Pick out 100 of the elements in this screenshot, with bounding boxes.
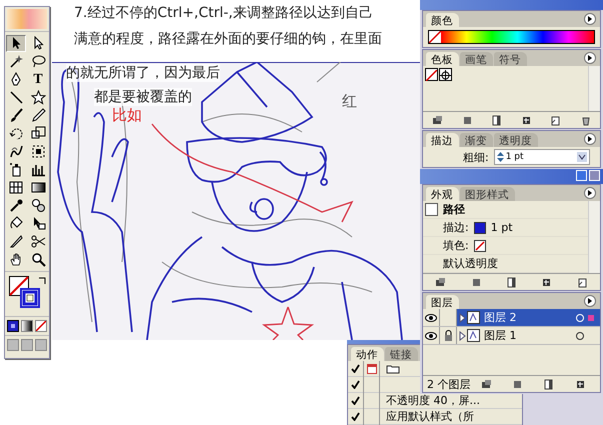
warp-icon <box>8 144 24 159</box>
target-circle-icon <box>575 330 585 340</box>
annotation-text: 的就无所谓了，因为最后 <box>66 64 220 82</box>
eyedropper-icon <box>8 198 24 213</box>
pencil-icon <box>30 108 46 123</box>
panel-footer-button[interactable] <box>479 378 494 390</box>
spinner-icon <box>496 152 504 162</box>
color-mode-button[interactable] <box>7 320 19 332</box>
triangle-icon <box>587 298 593 304</box>
new-item-icon <box>550 115 562 126</box>
appearance-attribute[interactable]: 填色: <box>443 238 469 253</box>
none-swatch-icon <box>474 240 486 252</box>
triangle-icon <box>587 16 593 22</box>
scale-icon <box>30 126 46 141</box>
weight-field[interactable]: 1 pt <box>494 149 590 165</box>
bucket-icon <box>8 216 24 231</box>
color-mode-button[interactable] <box>35 320 47 332</box>
panel-tab[interactable]: 符号 <box>494 52 527 66</box>
panel-tab[interactable]: 渐变 <box>460 133 493 147</box>
library-icon <box>435 277 446 288</box>
square-icon <box>512 379 524 390</box>
dropdown-arrow-icon <box>576 152 587 162</box>
panel-tab[interactable]: 图形样式 <box>460 187 515 201</box>
panel-tab[interactable]: 动作 <box>351 347 384 361</box>
gradient-swatch-icon <box>506 277 517 288</box>
scrollbar[interactable] <box>588 201 600 273</box>
library-icon <box>480 379 492 390</box>
folder-icon <box>386 364 400 374</box>
appearance-target: 路径 <box>443 202 465 217</box>
stroke-weight-value: 1 pt <box>490 221 513 234</box>
hand-icon <box>8 252 24 267</box>
grid-swatch-icon <box>541 277 552 288</box>
logo-banner <box>7 9 47 29</box>
panel-footer-button[interactable] <box>434 276 448 288</box>
line-icon <box>8 90 24 105</box>
annotation-text: 7.经过不停的Ctrl+,Ctrl-,来调整路径以达到自己 <box>74 4 373 22</box>
transform-icon <box>30 144 46 159</box>
handwritten-note: 红 <box>342 92 357 111</box>
tool-button[interactable] <box>28 89 48 106</box>
triangle-icon <box>587 136 593 142</box>
color-mode-button[interactable] <box>21 320 33 332</box>
magnifier-icon <box>30 252 46 267</box>
action-item[interactable]: 应用默认样式（所 <box>380 409 474 424</box>
none-swatch-icon <box>426 70 437 81</box>
panel-menu-button[interactable] <box>584 133 596 145</box>
mesh-icon <box>8 180 24 195</box>
panel-tab[interactable]: 描边 <box>426 133 459 147</box>
triangle-icon <box>587 190 593 196</box>
lock-cell[interactable] <box>440 309 457 326</box>
target-circle-icon <box>575 312 585 322</box>
panel-tab[interactable]: 色板 <box>426 52 459 66</box>
panel-tab[interactable]: 颜色 <box>426 13 459 27</box>
bar-chart-icon <box>30 162 46 177</box>
panel-tab[interactable]: 透明度 <box>494 133 538 147</box>
minimize-button[interactable] <box>576 170 587 181</box>
appearance-attribute[interactable]: 描边: <box>443 220 469 235</box>
tool-button[interactable]: T <box>28 71 48 88</box>
annotation-text: 满意的程度，路径露在外面的要仔细的钩，在里面 <box>74 30 382 48</box>
panel-tab[interactable]: 画笔 <box>460 52 493 66</box>
gradient-swatch-icon <box>543 379 554 390</box>
knife-icon <box>8 234 24 249</box>
scrollbar[interactable] <box>588 66 600 111</box>
grid-swatch-icon <box>574 379 586 390</box>
square-icon <box>462 115 473 126</box>
triangle-icon <box>587 55 593 61</box>
swatch[interactable] <box>439 68 452 81</box>
appearance-attribute[interactable]: 默认透明度 <box>443 256 498 271</box>
grid-swatch-icon <box>520 115 532 126</box>
tool-button[interactable] <box>6 35 26 52</box>
panel-menu-button[interactable] <box>584 187 596 199</box>
panel-menu-button[interactable] <box>584 295 596 307</box>
panel-tab[interactable]: 链接 <box>385 347 418 361</box>
panel-menu-button[interactable] <box>584 52 596 64</box>
layer-row[interactable]: 图层 2 <box>423 309 600 327</box>
blend-icon <box>30 198 46 213</box>
panel-tab[interactable]: 外观 <box>426 187 459 201</box>
scissors-icon <box>30 234 46 249</box>
wand-icon <box>8 54 24 69</box>
registration-mark-icon <box>440 70 451 81</box>
brush-icon <box>8 108 24 123</box>
color-spectrum[interactable] <box>428 30 595 44</box>
object-thumbnail-icon <box>425 203 438 216</box>
dialog-toggle-icon <box>366 364 376 374</box>
annotation-text: 都是要被覆盖的 <box>94 88 192 106</box>
swatch[interactable] <box>425 68 438 81</box>
layer-count: 2 个图层 <box>427 376 470 392</box>
pen-nib-icon <box>8 72 24 87</box>
padlock-icon <box>444 330 452 341</box>
panel-footer-button[interactable] <box>430 114 445 126</box>
square-icon <box>470 277 482 288</box>
selection-square-icon <box>588 314 594 320</box>
close-button[interactable] <box>589 170 600 181</box>
layer-name: 图层 1 <box>483 328 518 343</box>
panel-tab[interactable]: 图层 <box>426 295 459 309</box>
layer-row[interactable]: 图层 1 <box>423 327 600 345</box>
rotate-icon <box>8 126 24 141</box>
panel-menu-button[interactable] <box>584 13 596 25</box>
gradient-swatch-icon <box>491 115 502 126</box>
eye-icon <box>425 314 437 322</box>
action-item[interactable]: 不透明度 40，屏... <box>380 393 480 408</box>
